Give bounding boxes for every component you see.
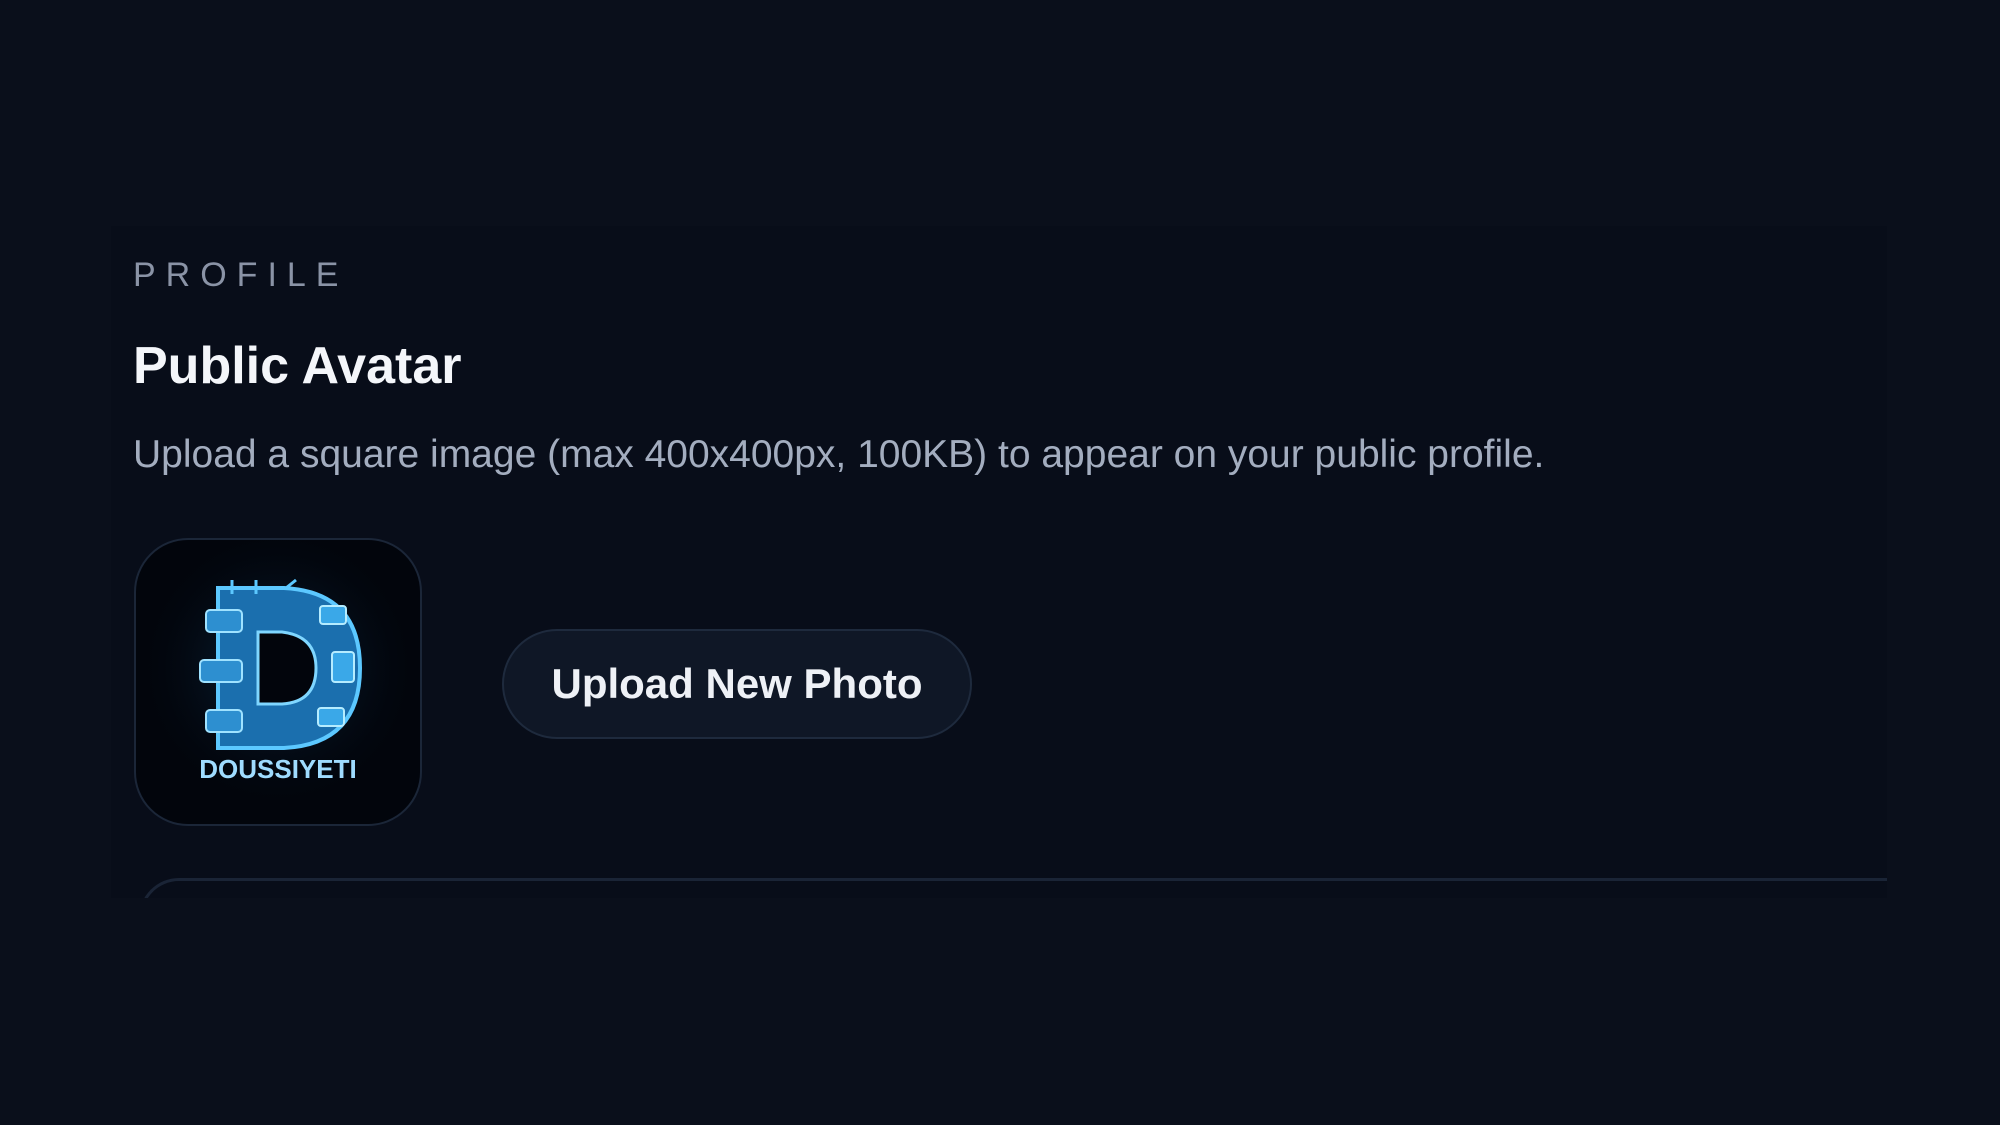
section-divider <box>139 878 1887 898</box>
avatar-image: DOUSSIYETI <box>134 538 422 826</box>
section-title: Public Avatar <box>133 337 462 395</box>
avatar-logo-text: DOUSSIYETI <box>199 754 356 784</box>
settings-page: PROFILE Public Avatar Upload a square im… <box>0 0 2000 1125</box>
section-eyebrow: PROFILE <box>133 256 349 294</box>
upload-new-photo-button[interactable]: Upload New Photo <box>502 629 972 739</box>
letter-d-logo-icon: DOUSSIYETI <box>136 540 420 824</box>
section-description: Upload a square image (max 400x400px, 10… <box>133 433 1545 476</box>
profile-avatar-card: PROFILE Public Avatar Upload a square im… <box>111 226 1887 898</box>
